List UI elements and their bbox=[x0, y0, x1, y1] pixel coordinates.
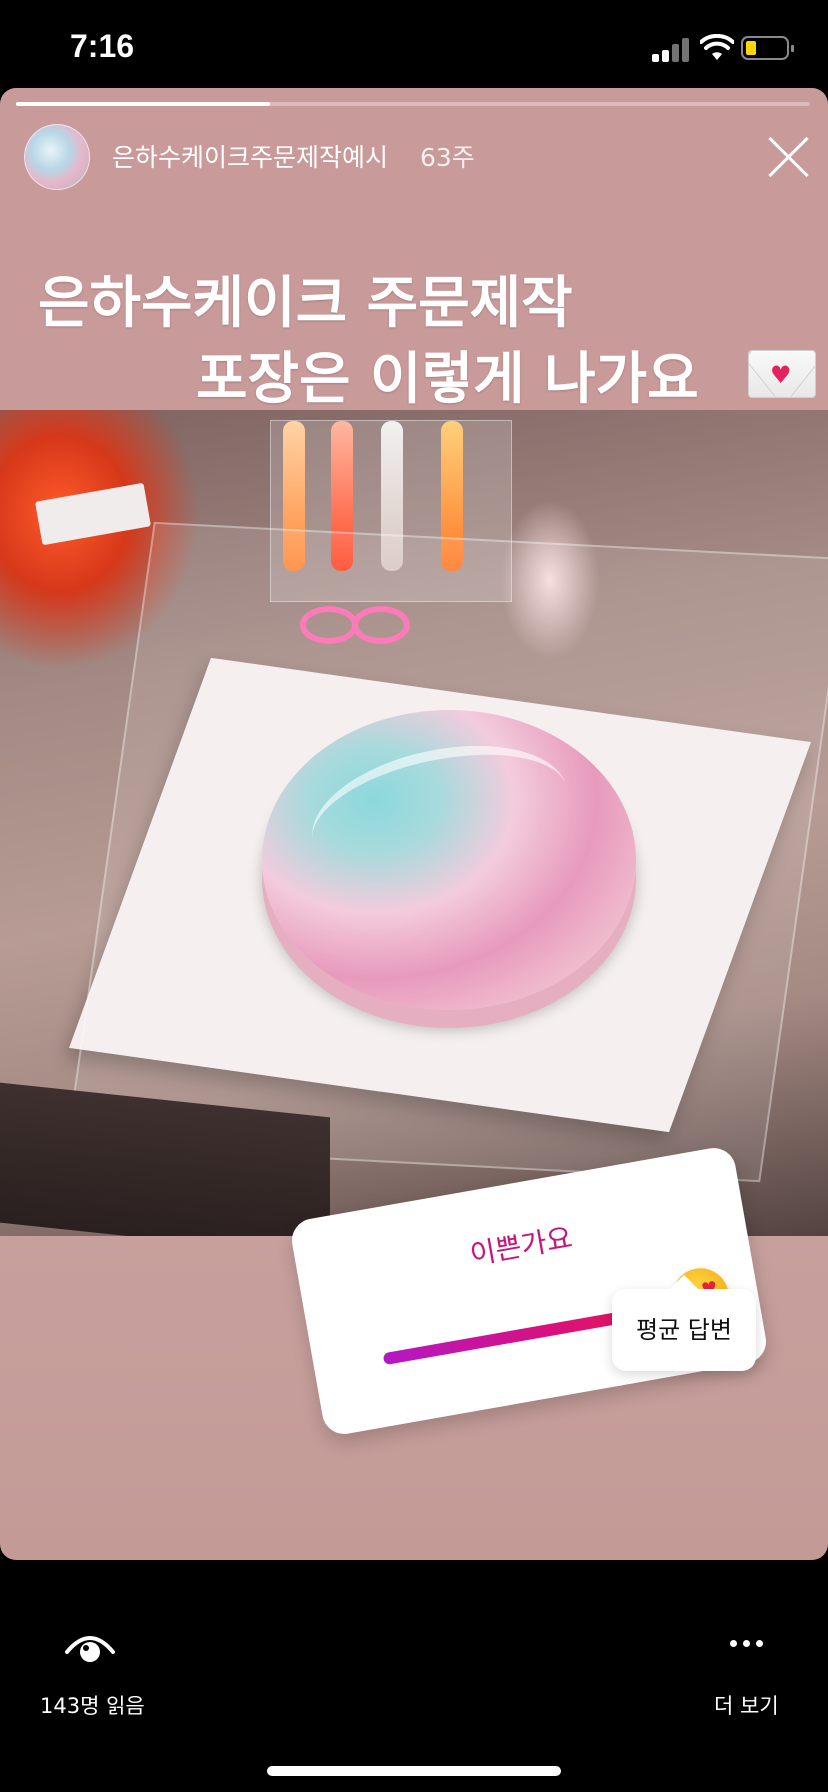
average-answer-tooltip: 평균 답변 bbox=[612, 1289, 756, 1371]
story-photo bbox=[0, 410, 828, 1236]
home-indicator[interactable] bbox=[267, 1766, 561, 1776]
battery-icon bbox=[741, 36, 794, 60]
cellular-signal-icon bbox=[652, 38, 692, 62]
status-bar: 7:16 bbox=[0, 0, 828, 88]
pink-ribbon bbox=[300, 600, 410, 644]
story-progress-fill bbox=[16, 102, 271, 106]
story-progress-bar bbox=[16, 102, 810, 106]
story-caption-line2: 포장은 이렇게 나가요 bbox=[196, 347, 699, 412]
clear-cake-box bbox=[66, 521, 828, 1183]
clock: 7:16 bbox=[70, 28, 135, 64]
avatar[interactable] bbox=[24, 124, 90, 190]
story-timestamp: 63주 bbox=[420, 143, 475, 172]
more-options-icon[interactable] bbox=[730, 1640, 766, 1650]
battery-level bbox=[746, 41, 756, 55]
story-bottom-bar: 143명 읽음 더 보기 bbox=[0, 1560, 828, 1792]
wifi-icon bbox=[700, 34, 734, 60]
more-button[interactable]: 더 보기 bbox=[714, 1690, 779, 1720]
envelope-heart-icon: ♥ bbox=[748, 350, 816, 398]
story-username[interactable]: 은하수케이크주문제작예시 bbox=[112, 138, 388, 174]
close-button[interactable] bbox=[766, 134, 812, 180]
viewers-count[interactable]: 143명 읽음 bbox=[40, 1690, 145, 1720]
eye-icon[interactable] bbox=[64, 1628, 116, 1668]
story-caption-line1: 은하수케이크 주문제작 bbox=[38, 271, 573, 336]
